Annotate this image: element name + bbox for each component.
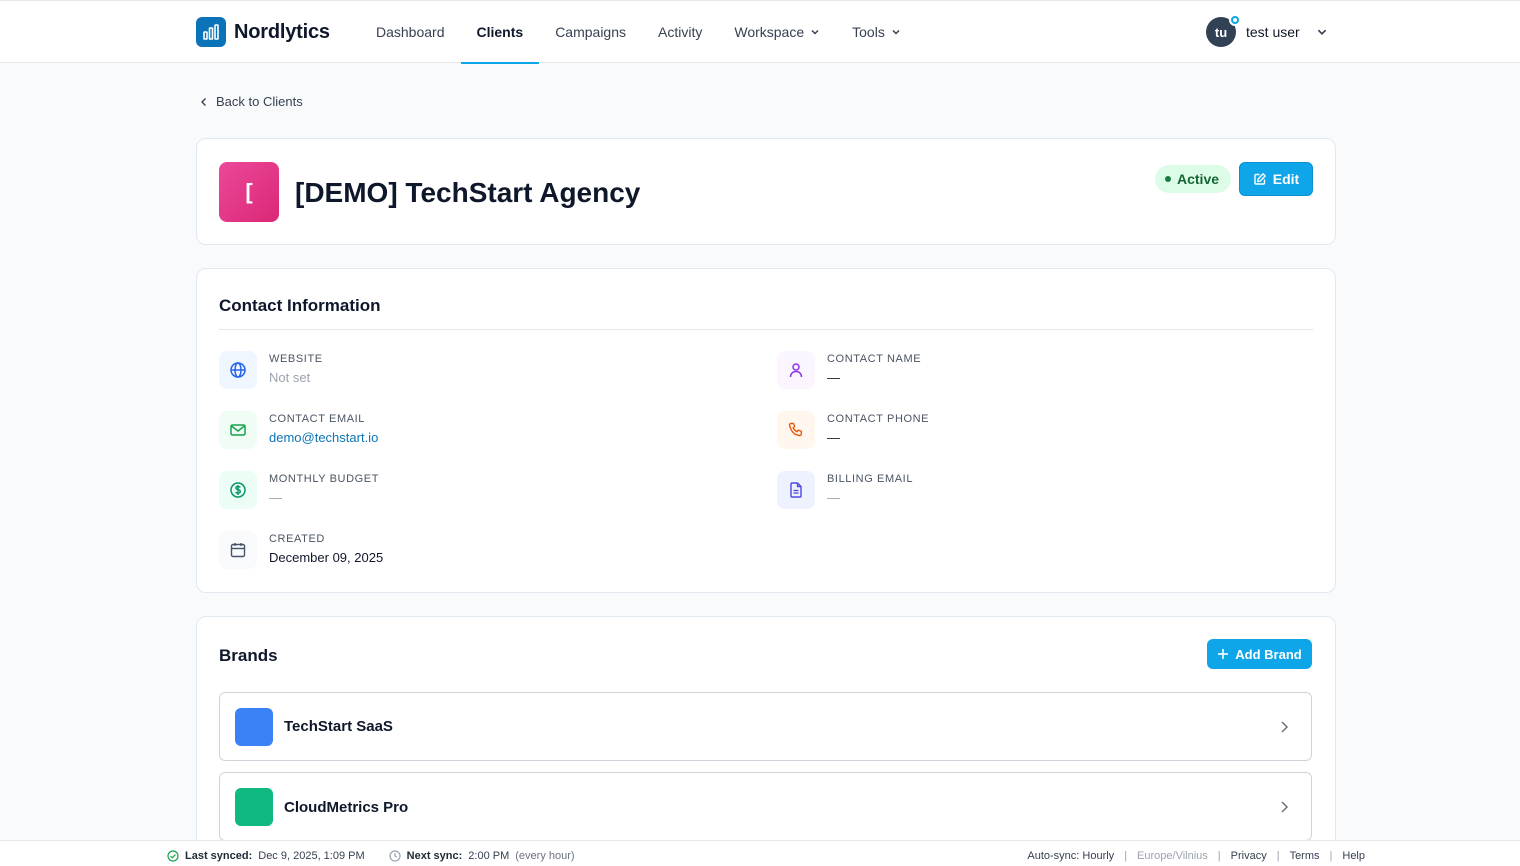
nav-workspace[interactable]: Workspace — [718, 1, 836, 63]
dollar-icon — [219, 471, 257, 509]
section-title: Brands — [219, 646, 278, 665]
add-brand-button[interactable]: Add Brand — [1207, 639, 1312, 669]
mail-icon — [219, 411, 257, 449]
nav-workspace-label: Workspace — [734, 24, 805, 40]
nav-dashboard-label: Dashboard — [376, 24, 445, 40]
last-synced-label: Last synced: — [185, 850, 253, 862]
nav-activity-label: Activity — [658, 24, 703, 40]
brands-card: Brands Add Brand TechStart SaaS CloudMet… — [196, 616, 1336, 856]
website-label: Website — [269, 353, 323, 365]
website-value: Not set — [269, 370, 311, 385]
edit-button-label: Edit — [1272, 171, 1300, 187]
chevron-down-icon — [1317, 29, 1326, 35]
nav-campaigns-label: Campaigns — [555, 24, 627, 40]
nav-tools[interactable]: Tools — [836, 1, 917, 63]
separator: | — [1124, 850, 1128, 862]
nav-clients-label: Clients — [476, 24, 524, 40]
contact-phone-field: Contact Phone — — [777, 411, 929, 449]
next-sync-value: 2:00 PM — [468, 850, 510, 862]
chevron-right-icon — [1281, 721, 1289, 733]
contact-phone-label: Contact Phone — [827, 413, 930, 425]
user-menu[interactable]: tu test user — [1206, 14, 1328, 47]
privacy-link[interactable]: Privacy — [1231, 850, 1267, 862]
next-sync-label: Next sync: — [406, 850, 463, 862]
back-to-clients-link[interactable]: Back to Clients — [198, 94, 303, 109]
calendar-icon — [219, 531, 257, 569]
contact-name-field: Contact Name — — [777, 351, 921, 389]
section-title: Contact Information — [219, 296, 381, 315]
sync-status-footer: Last synced: Dec 9, 2025, 1:09 PM Next s… — [0, 840, 1520, 866]
contact-information-card: Contact Information Website Not set Cont… — [196, 268, 1336, 593]
status-dot-icon — [1165, 176, 1171, 182]
divider — [219, 329, 1313, 330]
contact-email-link[interactable]: demo@techstart.io — [269, 430, 378, 445]
contact-email-label: Contact Email — [269, 413, 366, 425]
contact-name-label: Contact Name — [827, 353, 922, 365]
top-nav: Nordlytics Dashboard Clients Campaigns A… — [0, 0, 1520, 64]
edit-button[interactable]: Edit — [1239, 162, 1313, 196]
avatar: tu — [1206, 14, 1241, 47]
plus-icon — [1218, 649, 1229, 659]
contact-phone-value: — — [827, 430, 840, 445]
created-field: Created December 09, 2025 — [219, 531, 383, 569]
help-link[interactable]: Help — [1342, 850, 1365, 862]
billing-email-field: Billing Email — — [777, 471, 913, 509]
separator: | — [1276, 850, 1280, 862]
nav-tools-label: Tools — [852, 24, 885, 40]
monthly-budget-value: — — [269, 490, 282, 505]
chevron-down-icon — [892, 29, 900, 35]
chevron-left-icon — [201, 97, 206, 106]
brand-color-swatch — [235, 708, 273, 746]
nav-activity[interactable]: Activity — [642, 1, 718, 63]
created-value: December 09, 2025 — [269, 550, 384, 565]
user-icon — [777, 351, 815, 389]
notification-dot-icon — [1229, 14, 1241, 26]
timezone: Europe/Vilnius — [1137, 850, 1208, 862]
add-brand-label: Add Brand — [1235, 646, 1302, 662]
website-field: Website Not set — [219, 351, 323, 389]
avatar-initials: tu — [1214, 24, 1228, 40]
edit-icon — [1254, 173, 1266, 185]
back-link-label: Back to Clients — [216, 94, 303, 109]
client-header-card: [ [DEMO] TechStart Agency Active Edit — [196, 138, 1336, 245]
brand-row-techstart-saas[interactable]: TechStart SaaS — [219, 692, 1312, 761]
brand-color-swatch — [235, 788, 273, 826]
auto-sync-status: Auto-sync: Hourly — [1027, 850, 1115, 862]
app-name: Nordlytics — [234, 20, 330, 43]
contact-name-value: — — [827, 370, 840, 385]
page-title: [DEMO] TechStart Agency — [295, 177, 641, 208]
monthly-budget-field: Monthly Budget — — [219, 471, 379, 509]
monthly-budget-label: Monthly Budget — [269, 473, 380, 485]
bar-chart-icon — [196, 17, 226, 47]
next-sync-note: (every hour) — [515, 850, 575, 862]
phone-icon — [777, 411, 815, 449]
separator: | — [1217, 850, 1221, 862]
chevron-right-icon — [1281, 801, 1289, 813]
brand-name: CloudMetrics Pro — [284, 799, 409, 816]
terms-link[interactable]: Terms — [1290, 850, 1320, 862]
contact-email-field: Contact Email demo@techstart.io — [219, 411, 378, 449]
app-logo[interactable]: Nordlytics — [196, 17, 330, 47]
status-badge: Active — [1155, 165, 1232, 193]
user-name: test user — [1246, 24, 1300, 40]
nav-dashboard[interactable]: Dashboard — [360, 1, 461, 63]
billing-email-label: Billing Email — [827, 473, 914, 485]
nav-campaigns[interactable]: Campaigns — [539, 1, 642, 63]
billing-email-value: — — [827, 490, 840, 505]
nav-clients[interactable]: Clients — [460, 1, 540, 64]
last-synced-value: Dec 9, 2025, 1:09 PM — [258, 850, 365, 862]
chevron-down-icon — [811, 29, 819, 35]
check-circle-icon — [167, 850, 179, 862]
brand-row-cloudmetrics-pro[interactable]: CloudMetrics Pro — [219, 772, 1312, 841]
clock-icon — [389, 850, 401, 862]
document-icon — [777, 471, 815, 509]
main-nav: Dashboard Clients Campaigns Activity Wor… — [360, 1, 917, 64]
status-label: Active — [1177, 171, 1220, 187]
created-label: Created — [269, 533, 325, 545]
brand-name: TechStart SaaS — [284, 718, 393, 735]
separator: | — [1329, 850, 1333, 862]
client-avatar: [ — [219, 162, 279, 222]
globe-icon — [219, 351, 257, 389]
